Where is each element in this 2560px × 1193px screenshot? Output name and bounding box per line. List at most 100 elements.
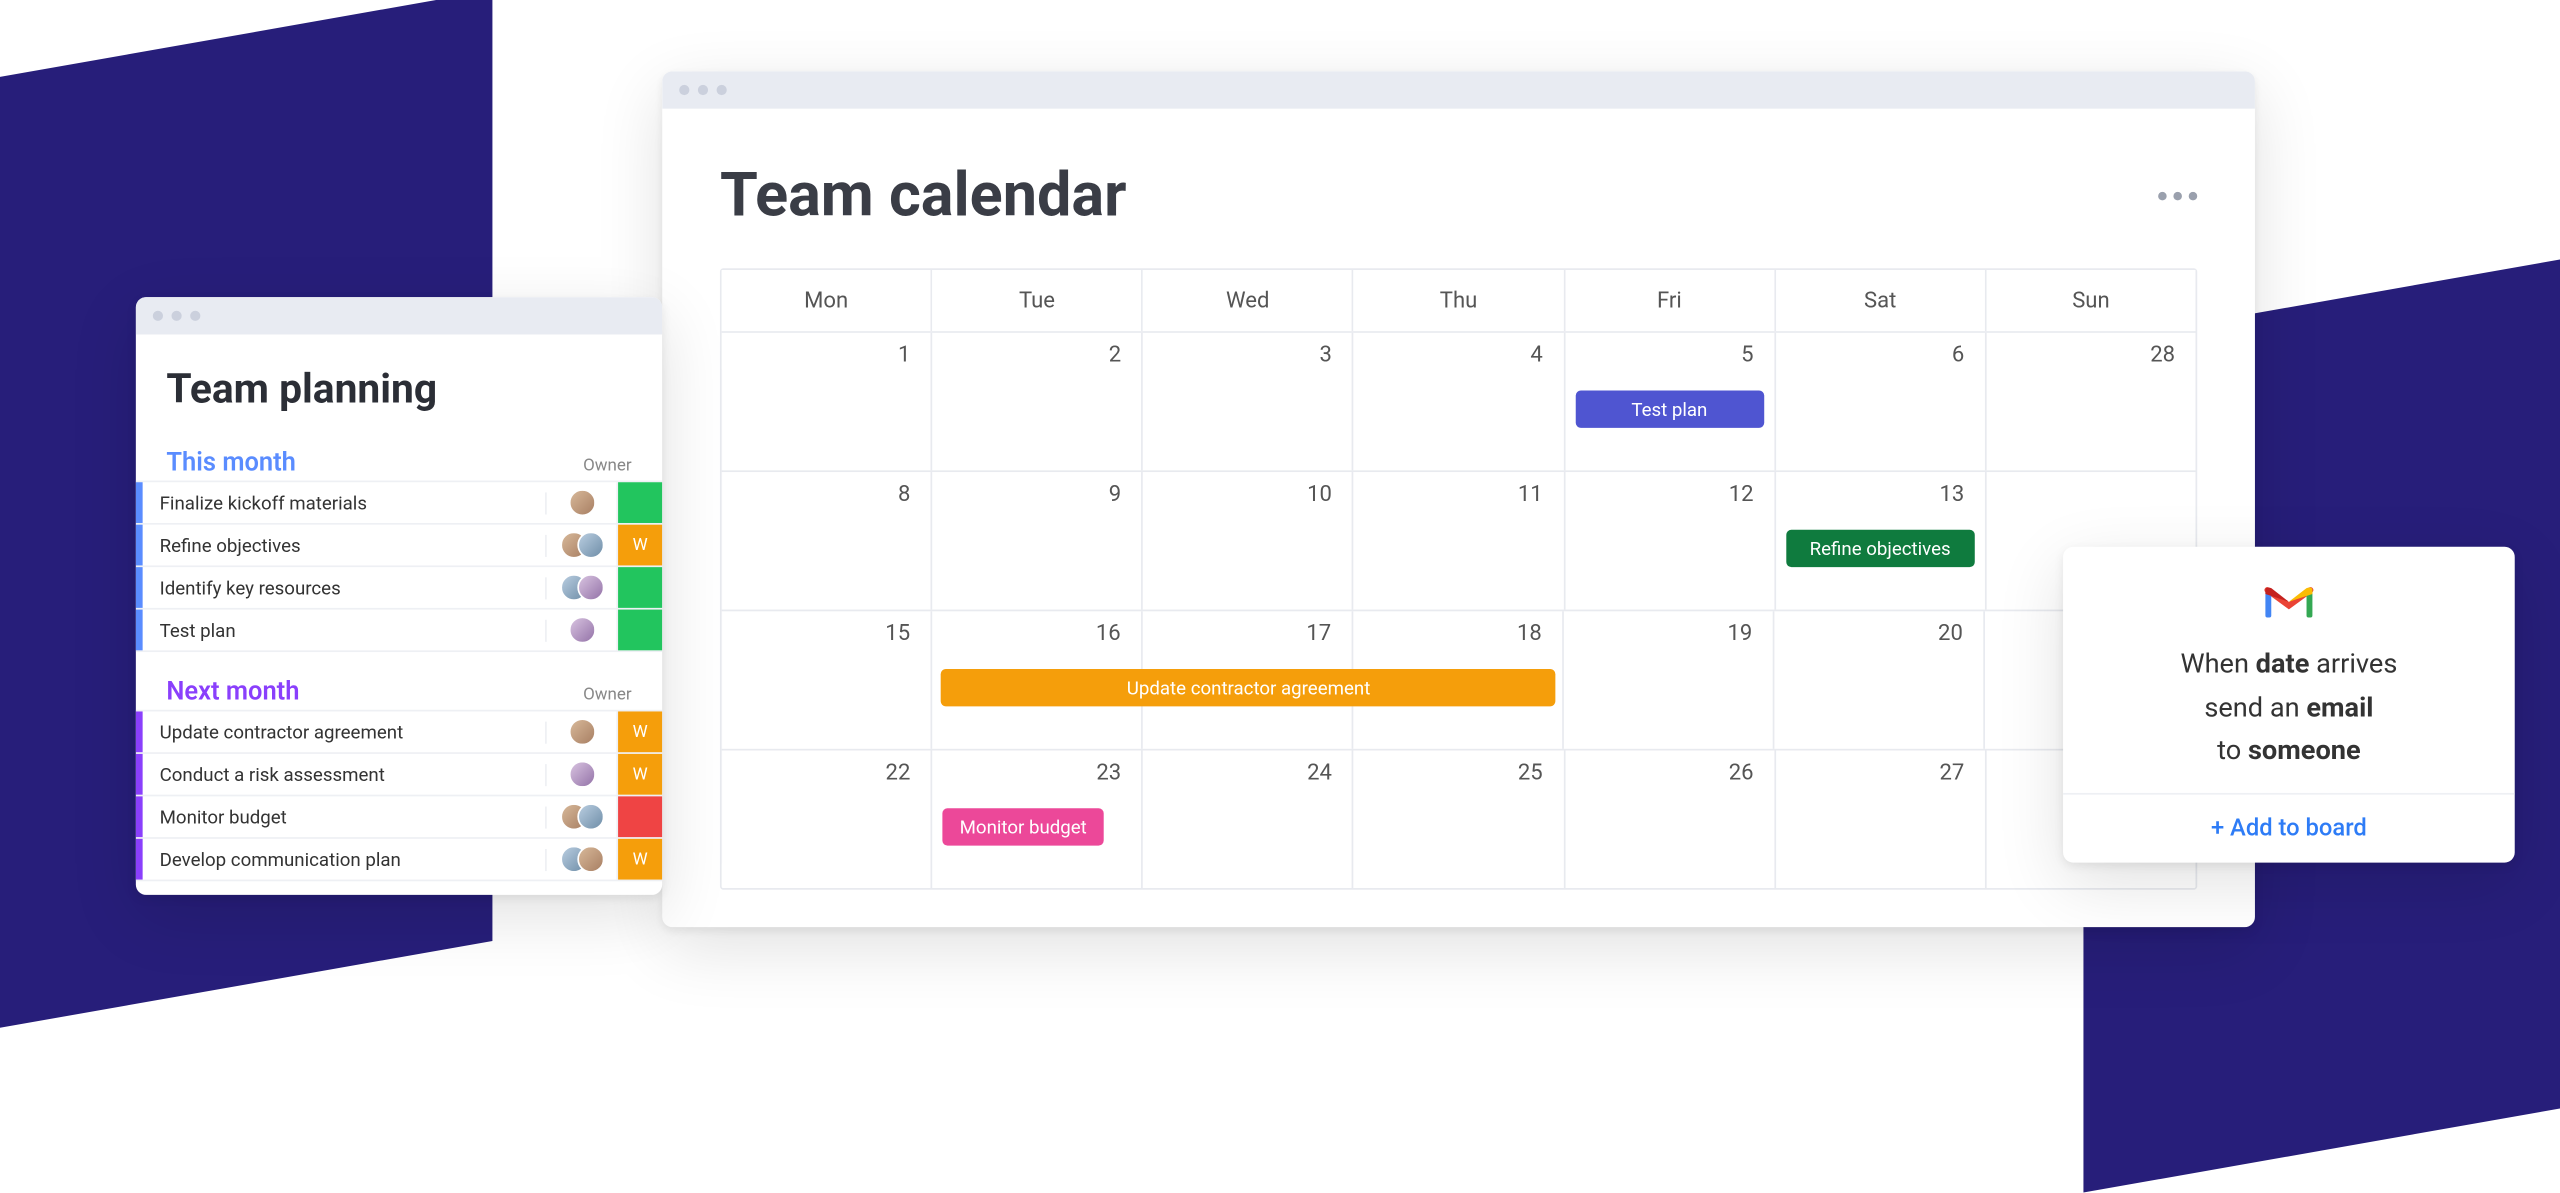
more-menu-icon[interactable] <box>2158 191 2197 199</box>
calendar-day[interactable]: 27 <box>1776 751 1987 889</box>
day-number: 6 <box>1952 343 1964 368</box>
group-stripe <box>136 482 143 523</box>
automation-card: When date arrives send an email to someo… <box>2063 547 2515 862</box>
calendar-week: 1 2 3 4 5 Test plan 6 28 <box>722 331 2196 470</box>
traffic-light-dot <box>171 311 181 321</box>
calendar-day[interactable]: 9 <box>932 472 1143 610</box>
status-cell[interactable]: W <box>618 754 662 795</box>
status-cell[interactable] <box>618 610 662 651</box>
group-title: This month <box>166 447 295 478</box>
calendar-day[interactable]: 22 <box>722 751 933 889</box>
day-header: Sun <box>1986 270 2195 331</box>
calendar-day[interactable]: 19 <box>1564 611 1775 749</box>
owner-cell[interactable] <box>547 711 618 752</box>
calendar-day[interactable]: 26 <box>1565 751 1776 889</box>
owner-column-label: Owner <box>583 686 632 705</box>
task-row[interactable]: Identify key resources <box>136 567 662 609</box>
day-number: 22 <box>886 761 911 786</box>
group-header[interactable]: Next month Owner <box>136 676 662 710</box>
avatar-icon <box>576 846 603 873</box>
traffic-light-dot <box>698 85 708 95</box>
calendar-window: Team calendar Mon Tue Wed Thu Fri Sat Su… <box>662 71 2255 927</box>
task-name: Refine objectives <box>143 534 547 556</box>
day-number: 19 <box>1728 621 1753 646</box>
task-row[interactable]: Monitor budget <box>136 796 662 838</box>
traffic-light-dot <box>679 85 689 95</box>
task-name: Conduct a risk assessment <box>143 763 547 785</box>
window-titlebar <box>136 297 662 334</box>
owner-cell[interactable] <box>547 796 618 837</box>
task-name: Update contractor agreement <box>143 721 547 743</box>
day-header: Mon <box>722 270 933 331</box>
calendar-day[interactable]: 8 <box>722 472 933 610</box>
calendar-day[interactable]: 5 Test plan <box>1565 333 1776 471</box>
event-update-contractor[interactable]: Update contractor agreement <box>941 669 1556 706</box>
event-test-plan[interactable]: Test plan <box>1575 391 1764 428</box>
calendar-day[interactable]: 15 <box>722 611 933 749</box>
day-number: 25 <box>1518 761 1543 786</box>
traffic-light-dot <box>153 311 163 321</box>
day-header: Sat <box>1776 270 1987 331</box>
status-cell[interactable] <box>618 796 662 837</box>
status-cell[interactable] <box>618 482 662 523</box>
calendar-day[interactable]: 10 <box>1143 472 1354 610</box>
calendar-day[interactable]: 4 <box>1354 333 1565 471</box>
owner-cell[interactable] <box>547 754 618 795</box>
task-rows: Finalize kickoff materials Refine object… <box>136 481 662 652</box>
avatar-icon <box>568 718 595 745</box>
automation-text: When date arrives send an email to someo… <box>2100 642 2477 772</box>
day-number: 12 <box>1729 482 1754 507</box>
status-cell[interactable]: W <box>618 525 662 566</box>
owner-cell[interactable] <box>547 610 618 651</box>
calendar-day[interactable]: 6 <box>1776 333 1987 471</box>
group-header[interactable]: This month Owner <box>136 447 662 481</box>
calendar-day[interactable]: 11 <box>1354 472 1565 610</box>
task-rows: Update contractor agreement W Conduct a … <box>136 710 662 881</box>
task-row[interactable]: Develop communication plan W <box>136 839 662 881</box>
task-name: Test plan <box>143 619 547 641</box>
calendar-day[interactable]: 24 <box>1143 751 1354 889</box>
day-header: Thu <box>1354 270 1565 331</box>
status-cell[interactable] <box>618 567 662 608</box>
calendar-grid: Mon Tue Wed Thu Fri Sat Sun 1 2 3 4 5 <box>720 268 2197 889</box>
group-title: Next month <box>166 676 299 707</box>
day-number: 9 <box>1109 482 1121 507</box>
owner-cell[interactable] <box>547 567 618 608</box>
task-name: Develop communication plan <box>143 848 547 870</box>
avatar-icon <box>576 803 603 830</box>
calendar-day[interactable]: 1 <box>722 333 933 471</box>
owner-cell[interactable] <box>547 482 618 523</box>
status-cell[interactable]: W <box>618 839 662 880</box>
calendar-day[interactable]: 13 Refine objectives <box>1776 472 1987 610</box>
calendar-day[interactable]: 12 <box>1565 472 1776 610</box>
day-number: 18 <box>1517 621 1542 646</box>
day-number: 5 <box>1741 343 1753 368</box>
task-row[interactable]: Conduct a risk assessment W <box>136 754 662 796</box>
group-stripe <box>136 525 143 566</box>
calendar-day[interactable]: 28 <box>1986 333 2195 471</box>
day-number: 28 <box>2150 343 2175 368</box>
task-row[interactable]: Refine objectives W <box>136 525 662 567</box>
day-number: 27 <box>1939 761 1964 786</box>
day-header: Tue <box>932 270 1143 331</box>
status-cell[interactable]: W <box>618 711 662 752</box>
calendar-day[interactable]: 3 <box>1143 333 1354 471</box>
day-number: 26 <box>1729 761 1754 786</box>
day-number: 17 <box>1306 621 1331 646</box>
calendar-day[interactable]: 2 <box>932 333 1143 471</box>
window-titlebar <box>662 71 2255 108</box>
task-row[interactable]: Finalize kickoff materials <box>136 482 662 524</box>
owner-cell[interactable] <box>547 839 618 880</box>
day-number: 23 <box>1096 761 1121 786</box>
owner-cell[interactable] <box>547 525 618 566</box>
calendar-day[interactable]: 25 <box>1354 751 1565 889</box>
day-number: 15 <box>885 621 910 646</box>
calendar-day[interactable]: 23 Monitor budget <box>932 751 1143 889</box>
calendar-day[interactable]: 20 <box>1774 611 1985 749</box>
event-refine-objectives[interactable]: Refine objectives <box>1786 530 1975 567</box>
task-row[interactable]: Update contractor agreement W <box>136 711 662 753</box>
add-to-board-button[interactable]: + Add to board <box>2063 793 2515 863</box>
calendar-week: 15 16 17 18 19 20 Update contractor agre… <box>722 610 2196 749</box>
event-monitor-budget[interactable]: Monitor budget <box>943 808 1104 845</box>
task-row[interactable]: Test plan <box>136 610 662 652</box>
